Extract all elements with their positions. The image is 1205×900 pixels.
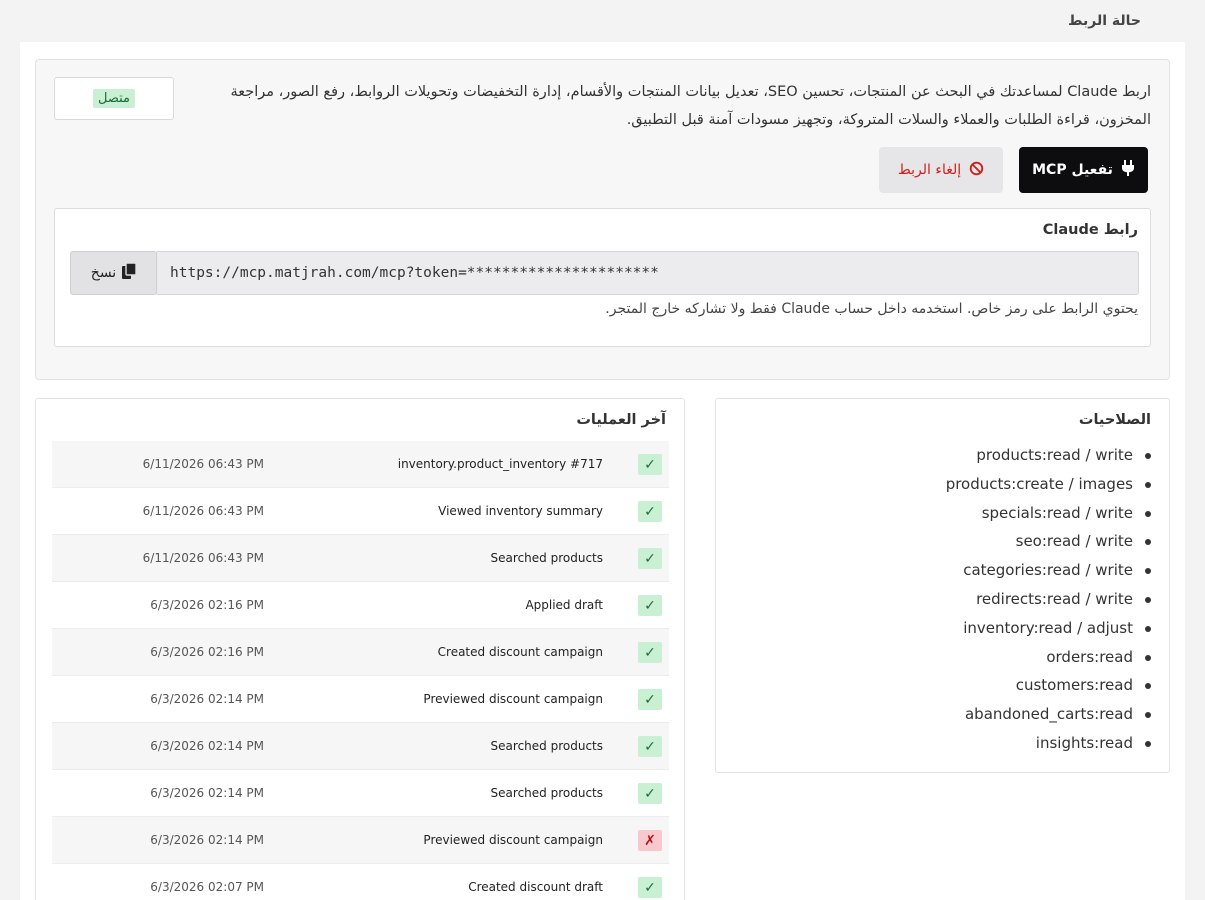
operation-time: 6/11/2026 06:43 PM — [142, 504, 264, 518]
claude-link-card: رابط Claude https://mcp.matjrah.com/mcp?… — [54, 208, 1151, 347]
operation-action: Searched products — [490, 551, 603, 565]
claude-link-label: رابط Claude — [1042, 222, 1138, 238]
activate-mcp-label: تفعيل MCP — [1032, 162, 1113, 178]
operation-action: Previewed discount campaign — [423, 833, 603, 847]
status-ok-icon: ✓ — [638, 736, 662, 757]
table-row: ✓ Viewed inventory summary 6/11/2026 06:… — [52, 488, 669, 535]
permissions-card: الصلاحيات products:read / write products… — [715, 398, 1170, 773]
status-ok-icon: ✓ — [638, 454, 662, 475]
table-row: ✓ Applied draft 6/3/2026 02:16 PM — [52, 582, 669, 629]
operation-action: Applied draft — [525, 598, 603, 612]
permission-item: customers:read — [946, 671, 1152, 700]
table-row: ✓ Searched products 6/11/2026 06:43 PM — [52, 535, 669, 582]
operation-action: Searched products — [490, 739, 603, 753]
operation-time: 6/3/2026 02:14 PM — [150, 786, 264, 800]
revoke-link-button[interactable]: إلغاء الربط — [879, 147, 1003, 193]
status-ok-icon: ✓ — [638, 548, 662, 569]
operation-time: 6/3/2026 02:16 PM — [150, 598, 264, 612]
status-ok-icon: ✓ — [638, 642, 662, 663]
table-row: ✓ Created discount campaign 6/3/2026 02:… — [52, 629, 669, 676]
activate-mcp-button[interactable]: تفعيل MCP — [1019, 147, 1148, 193]
copy-label: نسخ — [90, 265, 117, 281]
status-ok-icon: ✓ — [638, 501, 662, 522]
permission-item: products:read / write — [946, 441, 1152, 470]
operation-action: Previewed discount campaign — [423, 692, 603, 706]
link-note: يحتوي الرابط على رمز خاص. استخدمه داخل ح… — [605, 301, 1138, 317]
status-box: متصل — [54, 77, 174, 120]
operation-action: Searched products — [490, 786, 603, 800]
operation-time: 6/3/2026 02:14 PM — [150, 692, 264, 706]
copy-button[interactable]: نسخ — [70, 251, 157, 295]
operation-action: Created discount draft — [468, 880, 603, 894]
operation-time: 6/3/2026 02:16 PM — [150, 645, 264, 659]
operation-action: Created discount campaign — [437, 645, 603, 659]
revoke-link-label: إلغاء الربط — [897, 162, 962, 178]
connection-description: اربط Claude لمساعدتك في البحث عن المنتجا… — [230, 84, 1151, 128]
permission-item: redirects:read / write — [946, 585, 1152, 614]
permission-item: inventory:read / adjust — [946, 614, 1152, 643]
operation-time: 6/3/2026 02:07 PM — [150, 880, 264, 894]
permission-item: orders:read — [946, 643, 1152, 672]
permissions-title: الصلاحيات — [1078, 412, 1151, 428]
operation-time: 6/3/2026 02:14 PM — [150, 739, 264, 753]
operations-table: ✓ inventory.product_inventory #717 6/11/… — [52, 441, 669, 900]
operation-action: inventory.product_inventory #717 — [397, 457, 603, 471]
permission-item: specials:read / write — [946, 499, 1152, 528]
table-row: ✓ Searched products 6/3/2026 02:14 PM — [52, 723, 669, 770]
operation-time: 6/11/2026 06:43 PM — [142, 457, 264, 471]
connection-card: اربط Claude لمساعدتك في البحث عن المنتجا… — [35, 59, 1170, 380]
operations-card: آخر العمليات ✓ inventory.product_invento… — [35, 398, 685, 900]
status-ok-icon: ✓ — [638, 783, 662, 804]
table-row: ✓ Searched products 6/3/2026 02:14 PM — [52, 770, 669, 817]
status-ok-icon: ✓ — [638, 689, 662, 710]
operation-time: 6/3/2026 02:14 PM — [150, 833, 264, 847]
operation-action: Viewed inventory summary — [438, 504, 603, 518]
status-fail-icon: ✗ — [638, 830, 662, 851]
permission-item: categories:read / write — [946, 556, 1152, 585]
status-ok-icon: ✓ — [638, 877, 662, 898]
operation-time: 6/11/2026 06:43 PM — [142, 551, 264, 565]
permissions-list: products:read / write products:create / … — [946, 441, 1152, 758]
permission-item: seo:read / write — [946, 527, 1152, 556]
table-row: ✓ Created discount draft 6/3/2026 02:07 … — [52, 864, 669, 900]
page-title: حالة الربط — [1068, 13, 1141, 29]
ban-icon — [969, 161, 984, 180]
status-badge: متصل — [93, 89, 136, 108]
status-ok-icon: ✓ — [638, 595, 662, 616]
table-row: ✓ inventory.product_inventory #717 6/11/… — [52, 441, 669, 488]
permission-item: abandoned_carts:read — [946, 700, 1152, 729]
page-header: حالة الربط — [20, 0, 1185, 42]
plug-icon — [1121, 160, 1135, 180]
operations-title: آخر العمليات — [576, 412, 666, 428]
claude-url-field[interactable]: https://mcp.matjrah.com/mcp?token=******… — [155, 251, 1139, 295]
table-row: ✓ Previewed discount campaign 6/3/2026 0… — [52, 676, 669, 723]
permission-item: products:create / images — [946, 470, 1152, 499]
copy-icon — [122, 262, 137, 283]
permission-item: insights:read — [946, 729, 1152, 758]
table-row: ✗ Previewed discount campaign 6/3/2026 0… — [52, 817, 669, 864]
